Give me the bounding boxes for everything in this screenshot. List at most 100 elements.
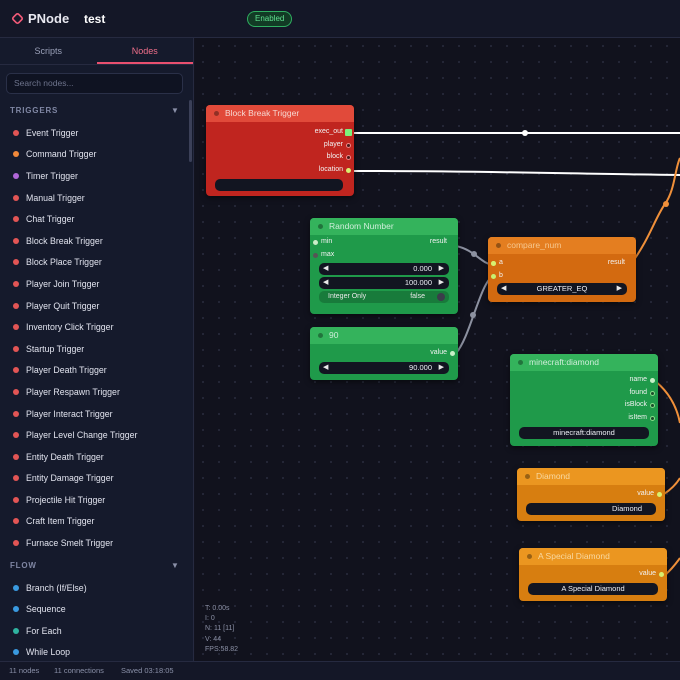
text-value-field[interactable]: A Special Diamond [528, 582, 658, 595]
palette-item[interactable]: Manual Trigger [0, 187, 188, 209]
result-label: result [607, 259, 625, 266]
block-break-trigger-node[interactable]: Block Break Trigger exec_out player bloc… [206, 105, 354, 196]
saved-timestamp: Saved 03:18:05 [121, 666, 174, 675]
category-dot-icon [13, 410, 19, 417]
logo-icon [10, 11, 25, 26]
stat-fps: FPS:58.82 [205, 645, 239, 653]
palette-item[interactable]: While Loop [0, 642, 188, 661]
palette-item[interactable]: Sequence [0, 598, 188, 620]
palette-item[interactable]: Command Trigger [0, 144, 188, 166]
text-special-diamond-node[interactable]: A Special Diamond value A Special Diamon… [519, 548, 667, 601]
tab-nodes[interactable]: Nodes [96, 38, 193, 64]
found-port[interactable] [650, 390, 655, 396]
decrement-arrow-icon[interactable]: ◀ [323, 362, 328, 374]
sidebar: Scripts Nodes Search nodes... TRIGGERS ▼ E… [0, 38, 194, 661]
result-port[interactable] [491, 261, 496, 266]
result-port[interactable] [313, 240, 318, 245]
palette-item[interactable]: Block Break Trigger [0, 230, 188, 252]
palette-item[interactable]: Startup Trigger [0, 338, 188, 360]
palette-item[interactable]: Branch (If/Else) [0, 577, 188, 599]
decrement-arrow-icon[interactable]: ◀ [323, 277, 328, 289]
palette-item[interactable]: Player Quit Trigger [0, 295, 188, 317]
toggle-knob[interactable] [437, 293, 445, 301]
palette-item[interactable]: Entity Damage Trigger [0, 468, 188, 490]
item-id-field[interactable]: minecraft:diamond [519, 427, 649, 439]
isblock-port[interactable] [650, 403, 655, 408]
tab-scripts[interactable]: Scripts [0, 38, 97, 64]
stat-visible: V: 44 [205, 635, 222, 643]
value-port[interactable] [657, 492, 662, 497]
palette-item[interactable]: Projectile Hit Trigger [0, 489, 188, 511]
palette-item[interactable]: Inventory Click Trigger [0, 316, 188, 338]
port-label: block [326, 153, 343, 160]
location-port[interactable] [346, 167, 351, 173]
operator-select[interactable]: ◀ GREATER_EQ ▶ [497, 283, 627, 295]
value-port[interactable] [450, 351, 455, 356]
port-label: name [629, 376, 647, 383]
palette-item[interactable]: Craft Item Trigger [0, 511, 188, 533]
decrement-arrow-icon[interactable]: ◀ [323, 263, 328, 275]
search-nodes-input[interactable]: Search nodes... [6, 73, 183, 94]
port-row: b [488, 270, 636, 283]
block-filter-field[interactable] [215, 179, 343, 191]
palette-item[interactable]: Event Trigger [0, 122, 188, 144]
max-value-stepper[interactable]: ◀ 100.000 ▶ [319, 277, 449, 289]
name-port[interactable] [650, 378, 655, 383]
integer-only-toggle[interactable]: Integer Only false [319, 291, 449, 303]
min-value-stepper[interactable]: ◀ 0.000 ▶ [319, 263, 449, 275]
port-label: value [430, 349, 447, 356]
palette-item[interactable]: Player Join Trigger [0, 273, 188, 295]
player-port[interactable] [346, 142, 351, 148]
wire-text-diamond [663, 477, 680, 495]
b-port[interactable] [491, 273, 496, 279]
increment-arrow-icon[interactable]: ▶ [439, 362, 444, 374]
port-row: max [310, 249, 458, 262]
increment-arrow-icon[interactable]: ▶ [439, 277, 444, 289]
next-arrow-icon[interactable]: ▶ [617, 283, 622, 295]
palette-item[interactable]: Chat Trigger [0, 208, 188, 230]
palette-item[interactable]: Timer Trigger [0, 165, 188, 187]
palette-item[interactable]: Player Death Trigger [0, 360, 188, 382]
text-diamond-node[interactable]: Diamond value Diamond [517, 468, 665, 521]
palette-item-label: Manual Trigger [26, 192, 85, 203]
value-stepper[interactable]: ◀ 90.000 ▶ [319, 361, 449, 374]
chevron-down-icon[interactable]: ▼ [171, 558, 180, 573]
max-port[interactable] [313, 252, 318, 258]
node-graph-canvas[interactable]: Block Break Trigger exec_out player bloc… [195, 38, 680, 661]
port-label: b [499, 271, 503, 279]
palette-item[interactable]: Player Respawn Trigger [0, 381, 188, 403]
number-90-node[interactable]: 90 value ◀ 90.000 ▶ [310, 327, 458, 380]
port-row: value [517, 488, 665, 501]
wire-90-reroute [470, 312, 476, 318]
random-number-node[interactable]: Random Number min result max ◀ 0.000 ▶ ◀ 100… [310, 218, 458, 314]
port-row: found [510, 387, 658, 400]
palette-item[interactable]: Entity Death Trigger [0, 446, 188, 468]
palette-item[interactable]: Block Place Trigger [0, 252, 188, 274]
chevron-down-icon[interactable]: ▼ [171, 103, 180, 118]
category-dot-icon [13, 324, 19, 331]
project-title[interactable]: test [84, 12, 105, 26]
value-port[interactable] [659, 572, 664, 577]
category-header[interactable]: FLOW ▼ [0, 558, 188, 577]
category-dot-icon [13, 388, 19, 395]
compare-node[interactable]: compare_num a result b ◀ GREATER_EQ ▶ [488, 237, 636, 302]
sidebar-scrollbar[interactable] [189, 100, 192, 162]
palette-item-label: Player Respawn Trigger [26, 386, 120, 397]
isitem-port[interactable] [650, 415, 655, 421]
palette-item[interactable]: Player Level Change Trigger [0, 424, 188, 446]
palette-item-label: Player Interact Trigger [26, 408, 113, 419]
palette-item[interactable]: Furnace Smelt Trigger [0, 532, 188, 554]
palette-item[interactable]: Player Interact Trigger [0, 403, 188, 425]
text-value-field[interactable]: Diamond [526, 502, 656, 515]
category-dot-icon [13, 194, 19, 201]
app-logo[interactable]: PNode [10, 11, 69, 26]
palette-item[interactable]: For Each [0, 620, 188, 642]
increment-arrow-icon[interactable]: ▶ [439, 263, 444, 275]
category-dot-icon [13, 345, 19, 352]
exec-out-port[interactable] [345, 129, 352, 136]
category-header[interactable]: TRIGGERS ▼ [0, 103, 188, 122]
minecraft-diamond-node[interactable]: minecraft:diamond name found isBlock isI… [510, 354, 658, 446]
block-port[interactable] [346, 155, 351, 160]
enabled-status-badge[interactable]: Enabled [247, 11, 293, 27]
category-dot-icon [13, 259, 19, 266]
